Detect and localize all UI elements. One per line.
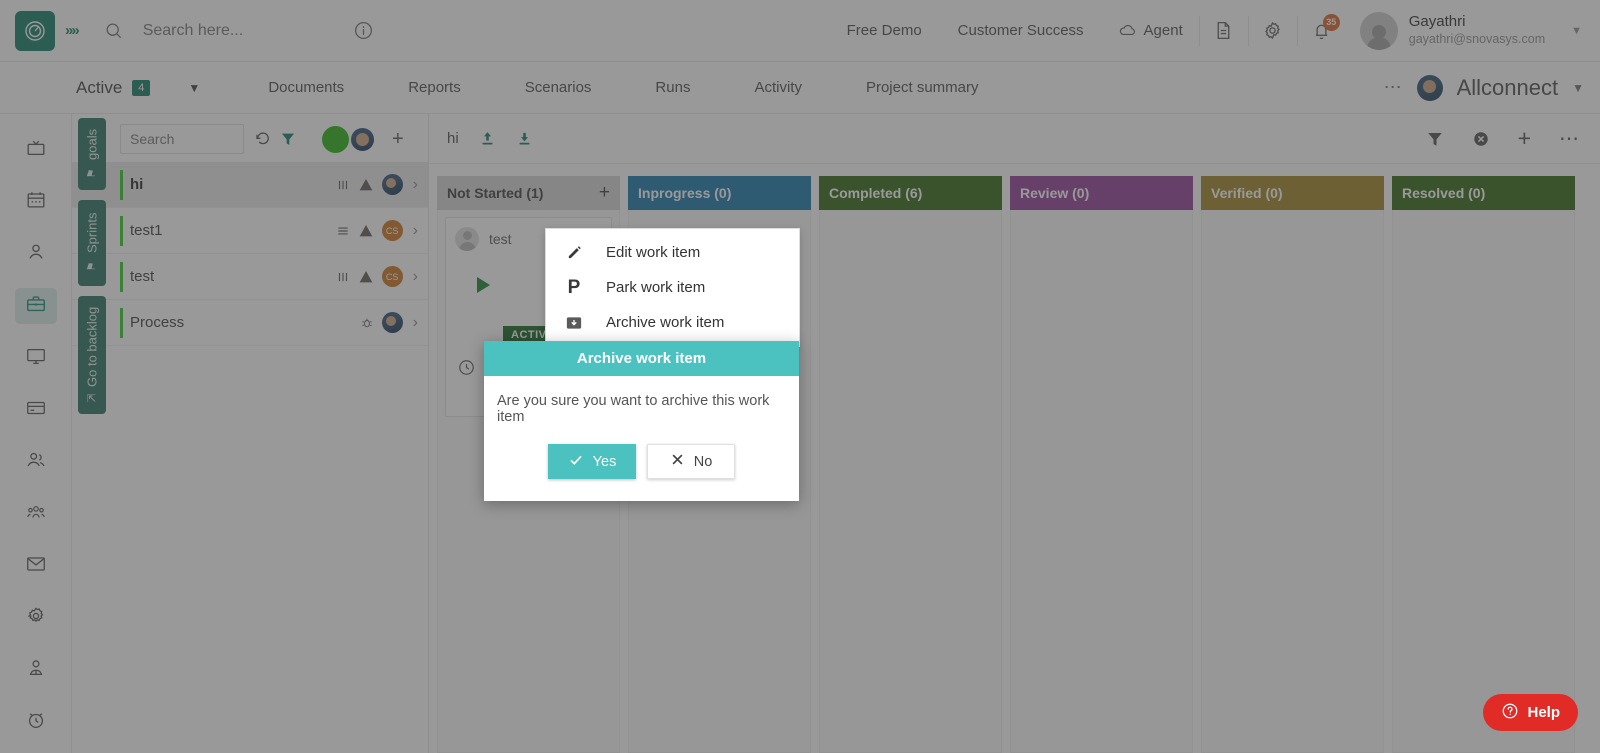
menu-edit-work-item[interactable]: Edit work item xyxy=(546,235,799,270)
menu-park-work-item[interactable]: P Park work item xyxy=(546,270,799,305)
menu-park-label: Park work item xyxy=(606,279,706,296)
question-circle-icon xyxy=(1501,702,1519,724)
cross-icon xyxy=(670,452,685,471)
yes-label: Yes xyxy=(592,453,617,470)
archive-box-icon xyxy=(564,314,584,332)
work-item-context-menu: Edit work item P Park work item Archive … xyxy=(545,228,800,347)
help-button[interactable]: Help xyxy=(1483,694,1578,731)
dialog-actions: Yes No xyxy=(484,431,799,501)
menu-archive-label: Archive work item xyxy=(606,314,725,331)
help-label: Help xyxy=(1527,704,1560,721)
menu-archive-work-item[interactable]: Archive work item xyxy=(546,305,799,340)
archive-confirm-dialog: Archive work item Are you sure you want … xyxy=(484,341,799,501)
app-root: »» Free Demo Customer Success Agent xyxy=(0,0,1600,753)
dialog-title: Archive work item xyxy=(484,341,799,376)
park-p-icon: P xyxy=(567,276,581,298)
pencil-icon xyxy=(564,244,584,261)
menu-edit-label: Edit work item xyxy=(606,244,701,261)
dialog-message: Are you sure you want to archive this wo… xyxy=(497,393,770,425)
modal-scrim[interactable] xyxy=(0,0,1600,753)
check-icon xyxy=(568,452,584,472)
yes-button[interactable]: Yes xyxy=(548,444,636,479)
no-label: No xyxy=(693,453,713,470)
no-button[interactable]: No xyxy=(647,444,735,479)
